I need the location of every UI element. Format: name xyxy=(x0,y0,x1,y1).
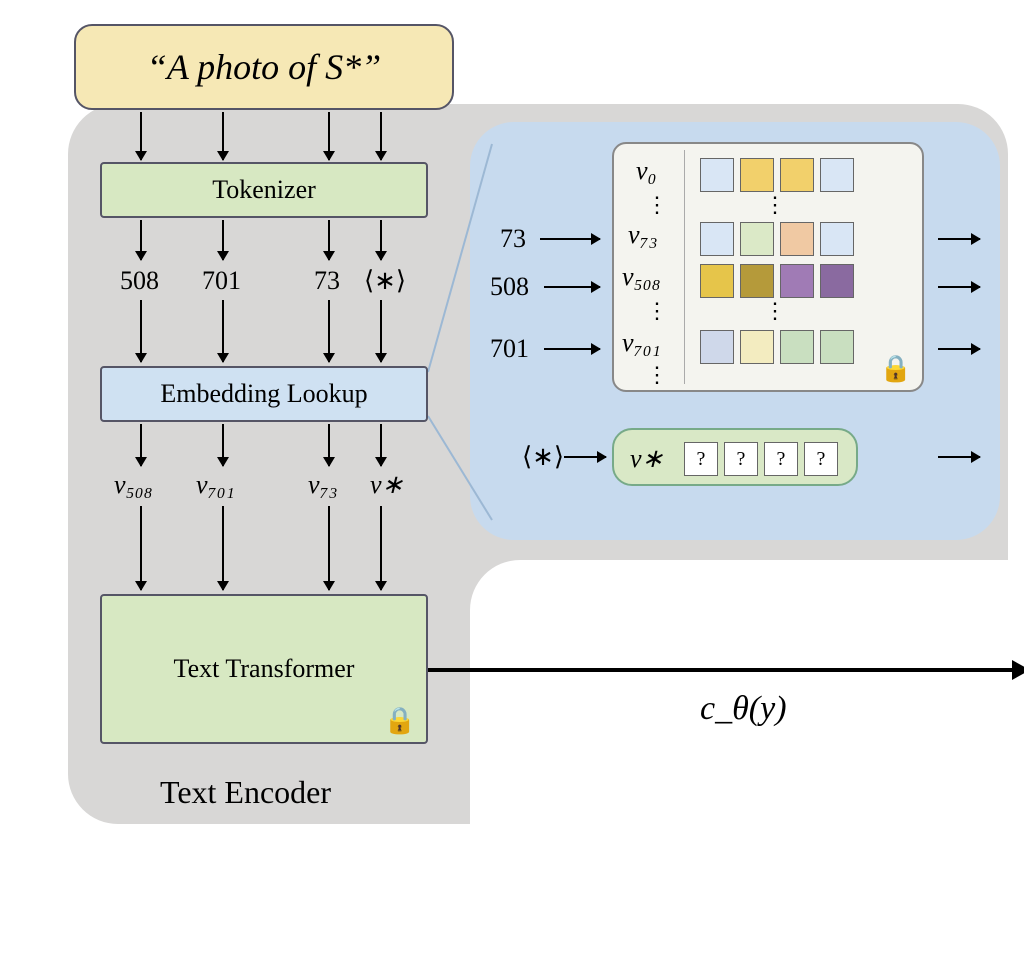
token-id-3: 73 xyxy=(314,266,340,296)
embed-v-4: v∗ xyxy=(370,470,403,500)
arrow-prompt-tok-1 xyxy=(140,112,142,160)
vstar-cells: ? ? ? ? xyxy=(684,442,838,476)
embed-cell xyxy=(820,158,854,192)
table-row-v508-label: v₅₀₈ xyxy=(622,262,661,292)
embed-cell xyxy=(740,330,774,364)
vstar-label: v∗ xyxy=(630,444,663,474)
embedding-lookup-block: Embedding Lookup xyxy=(100,366,428,422)
table-row-v73-label: v₇₃ xyxy=(628,220,658,250)
tokenizer-label: Tokenizer xyxy=(212,175,316,205)
arrow-out-3 xyxy=(938,348,980,350)
vdots: ⋮ xyxy=(764,192,788,218)
arrow-emb-v-4 xyxy=(380,424,382,466)
arrow-v-tr-4 xyxy=(380,506,382,590)
arrow-in-star xyxy=(564,456,606,458)
qmark-cell: ? xyxy=(804,442,838,476)
tokenizer-block: Tokenizer xyxy=(100,162,428,218)
embed-v-3: v₇₃ xyxy=(308,470,338,500)
table-input-508: 508 xyxy=(490,272,529,302)
transformer-label: Text Transformer xyxy=(174,654,355,684)
arrow-id-emb-1 xyxy=(140,300,142,362)
arrow-id-emb-2 xyxy=(222,300,224,362)
input-prompt-box: “A photo of S*” xyxy=(74,24,454,110)
text-encoder-label: Text Encoder xyxy=(160,774,331,811)
embed-cell xyxy=(700,264,734,298)
embed-cell xyxy=(700,222,734,256)
table-row-v73-cells xyxy=(700,222,854,256)
arrow-tok-id-1 xyxy=(140,220,142,260)
embed-cell xyxy=(820,264,854,298)
qmark-cell: ? xyxy=(764,442,798,476)
embed-cell xyxy=(700,158,734,192)
arrow-tok-id-4 xyxy=(380,220,382,260)
table-row-v701-cells xyxy=(700,330,854,364)
vstar-new-embedding: v∗ ? ? ? ? xyxy=(612,428,858,486)
arrow-prompt-tok-2 xyxy=(222,112,224,160)
qmark-cell: ? xyxy=(684,442,718,476)
embedding-table: 🔒 v₀ ⋮ ⋮ v₇₃ v₅₀₈ ⋮ ⋮ v₇₀₁ ⋮ xyxy=(612,142,924,392)
arrow-id-emb-3 xyxy=(328,300,330,362)
table-row-v508-cells xyxy=(700,264,854,298)
qmark-cell: ? xyxy=(724,442,758,476)
arrow-v-tr-1 xyxy=(140,506,142,590)
embed-cell xyxy=(820,330,854,364)
vdots: ⋮ xyxy=(646,192,670,218)
arrow-prompt-tok-3 xyxy=(328,112,330,160)
arrow-out-star xyxy=(938,456,980,458)
background-mask xyxy=(470,560,1024,960)
embed-v-1: v₅₀₈ xyxy=(114,470,153,500)
prompt-text: “A photo of S*” xyxy=(147,46,381,88)
vdots: ⋮ xyxy=(646,298,670,324)
arrow-tok-id-3 xyxy=(328,220,330,260)
embed-cell xyxy=(820,222,854,256)
table-row-v0-label: v₀ xyxy=(636,156,657,186)
arrow-tok-id-2 xyxy=(222,220,224,260)
table-row-v0-cells xyxy=(700,158,854,192)
token-id-1: 508 xyxy=(120,266,159,296)
embed-cell xyxy=(780,158,814,192)
embed-cell xyxy=(700,330,734,364)
embed-v-2: v₇₀₁ xyxy=(196,470,235,500)
arrow-v-tr-2 xyxy=(222,506,224,590)
embed-cell xyxy=(780,264,814,298)
embed-cell xyxy=(740,158,774,192)
vdots: ⋮ xyxy=(646,362,670,388)
vdots: ⋮ xyxy=(764,298,788,324)
lock-icon: 🔒 xyxy=(880,354,912,384)
embed-cell xyxy=(780,330,814,364)
arrow-emb-v-1 xyxy=(140,424,142,466)
embed-cell xyxy=(740,222,774,256)
arrow-out-2 xyxy=(938,286,980,288)
token-id-2: 701 xyxy=(202,266,241,296)
embed-cell xyxy=(740,264,774,298)
table-input-701: 701 xyxy=(490,334,529,364)
arrow-emb-v-2 xyxy=(222,424,224,466)
lock-icon: 🔒 xyxy=(384,706,416,736)
embed-cell xyxy=(780,222,814,256)
table-input-star: ⟨∗⟩ xyxy=(522,442,564,472)
arrow-in-73 xyxy=(540,238,600,240)
table-row-v701-label: v₇₀₁ xyxy=(622,328,661,358)
arrow-out-1 xyxy=(938,238,980,240)
arrow-v-tr-3 xyxy=(328,506,330,590)
arrow-in-508 xyxy=(544,286,600,288)
token-id-4: ⟨∗⟩ xyxy=(364,266,406,296)
transformer-output-arrow xyxy=(428,668,1024,672)
output-label: c_θ(y) xyxy=(700,690,787,728)
arrow-prompt-tok-4 xyxy=(380,112,382,160)
text-transformer-block: Text Transformer 🔒 xyxy=(100,594,428,744)
embedding-label: Embedding Lookup xyxy=(160,379,367,409)
arrow-id-emb-4 xyxy=(380,300,382,362)
arrow-in-701 xyxy=(544,348,600,350)
table-divider xyxy=(684,150,685,384)
table-input-73: 73 xyxy=(500,224,526,254)
arrow-emb-v-3 xyxy=(328,424,330,466)
